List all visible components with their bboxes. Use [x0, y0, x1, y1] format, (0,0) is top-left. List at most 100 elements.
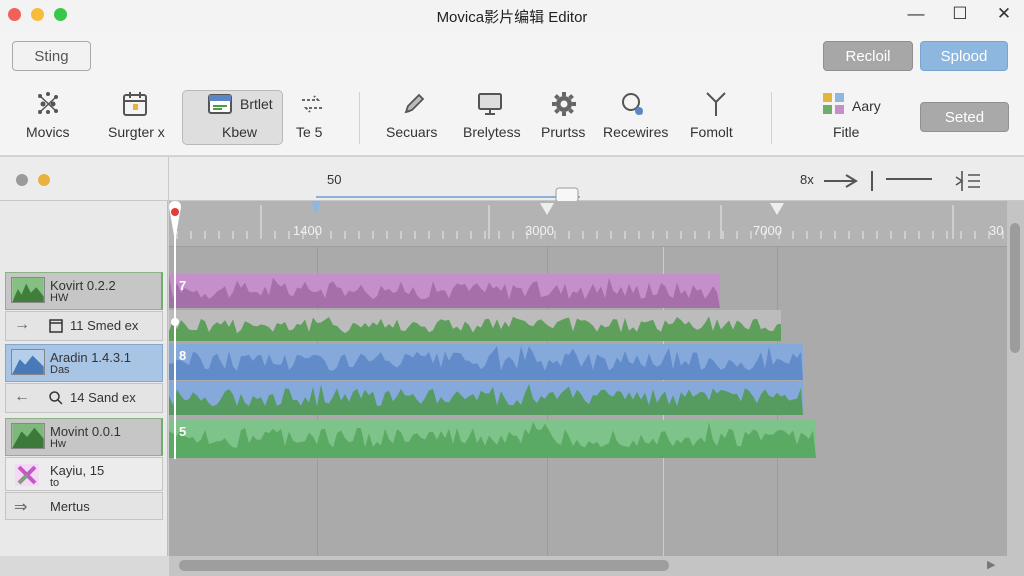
- window-title: Movica影片编辑 Editor: [436, 9, 588, 26]
- track-list: Kovirt 0.2.2 HW → 11 Smed ex Aradin 1.4.…: [0, 201, 168, 576]
- tool-label: Recewires: [603, 124, 669, 140]
- arrow-right-icon: ⇒: [14, 499, 28, 516]
- track-subtitle: Hw: [50, 438, 66, 450]
- track-subtitle: HW: [50, 292, 69, 304]
- waveform: [169, 344, 803, 380]
- track-label: 14 Sand ex: [70, 390, 136, 405]
- search-badge-icon: [622, 93, 643, 115]
- clip[interactable]: [169, 310, 781, 341]
- minimize-icon[interactable]: —: [904, 4, 928, 24]
- tool-label: Prurtss: [541, 124, 586, 140]
- panel-close-dot[interactable]: [16, 174, 28, 186]
- in-point-marker[interactable]: [307, 201, 325, 215]
- tool-brtlet[interactable]: Brtlet Kbew: [190, 88, 278, 146]
- tool-recewires[interactable]: Recewires: [603, 88, 669, 146]
- horizontal-scroll-thumb[interactable]: [179, 560, 669, 571]
- title-bar: Movica影片编辑 Editor — ☐ ✕: [0, 0, 1024, 30]
- gear-icon: [552, 92, 576, 116]
- clip[interactable]: 5: [169, 420, 816, 458]
- track-label: 11 Smed ex: [70, 318, 139, 333]
- track-label: Mertus: [50, 499, 90, 514]
- clip[interactable]: 7: [169, 274, 720, 308]
- clip[interactable]: 8: [169, 344, 803, 380]
- horizontal-scrollbar[interactable]: ▶: [169, 556, 1024, 576]
- clip-card-icon: [208, 94, 232, 114]
- tool-fomolt[interactable]: Fomolt: [690, 88, 742, 146]
- slider-handle[interactable]: [555, 187, 579, 201]
- track-subtitle: to: [50, 477, 60, 489]
- marker[interactable]: [540, 203, 554, 215]
- tool-brelytess[interactable]: Brelytess: [463, 88, 523, 146]
- track-subtitle: Das: [50, 364, 70, 376]
- antenna-icon: [706, 92, 726, 116]
- transition-arrows-icon: [302, 95, 322, 113]
- tool-sublabel: Fitle: [833, 124, 860, 140]
- toolbar: Sting Recloil Splood Seted Movics Surgte…: [0, 30, 1024, 156]
- track-row[interactable]: → 11 Smed ex: [5, 311, 163, 341]
- tool-te[interactable]: Te 5: [296, 88, 342, 146]
- toolbar-separator: [359, 92, 360, 144]
- zoom-level: 8x: [800, 172, 814, 187]
- panel-divider: [168, 157, 169, 201]
- track-name: Movint 0.0.1: [50, 424, 121, 439]
- track-list-footer: [0, 556, 169, 576]
- splood-button[interactable]: Splood: [920, 41, 1008, 71]
- fit-to-window-icon: [955, 171, 980, 191]
- waveform: [169, 274, 720, 308]
- track-name: Aradin 1.4.3.1: [50, 350, 131, 365]
- color-grid-icon: [823, 93, 844, 114]
- vertical-scrollbar[interactable]: [1007, 201, 1024, 556]
- vertical-scroll-thumb[interactable]: [1010, 223, 1020, 353]
- recoil-button[interactable]: Recloil: [823, 41, 913, 71]
- close-icon[interactable]: ✕: [992, 4, 1016, 24]
- search-icon: [49, 391, 63, 405]
- track-header[interactable]: Movint 0.0.1 Hw: [5, 418, 163, 456]
- tool-label: Brtlet: [240, 96, 273, 112]
- sting-button[interactable]: Sting: [12, 41, 91, 71]
- tool-prurtss[interactable]: Prurtss: [541, 88, 593, 146]
- position-slider[interactable]: [300, 185, 590, 201]
- track-header[interactable]: Kovirt 0.2.2 HW: [5, 272, 163, 310]
- tool-sublabel: Kbew: [222, 124, 258, 140]
- sparkle-icon: [38, 92, 58, 114]
- track-row[interactable]: ⇒ Mertus: [5, 492, 163, 520]
- tool-secuars[interactable]: Secuars: [386, 88, 446, 146]
- track-name: Kovirt 0.2.2: [50, 278, 116, 293]
- pen-icon: [404, 93, 425, 114]
- track-name: Kayiu, 15: [50, 463, 105, 478]
- tool-label: Brelytess: [463, 124, 521, 140]
- marker[interactable]: [770, 203, 784, 215]
- track-header[interactable]: Kayiu, 15 to: [5, 457, 163, 491]
- arrow-left-icon: ←: [14, 388, 30, 405]
- seted-button[interactable]: Seted: [920, 102, 1009, 132]
- zoom-controls[interactable]: [822, 169, 1012, 193]
- tool-label: Te 5: [296, 124, 323, 140]
- calendar-icon: [123, 92, 147, 116]
- scroll-right-icon[interactable]: ▶: [987, 558, 995, 571]
- arrow-right-icon: →: [14, 316, 30, 333]
- panel-minimize-dot[interactable]: [38, 174, 50, 186]
- tool-label: Aary: [852, 98, 881, 114]
- waveform: [169, 310, 781, 341]
- waveform: [169, 420, 816, 458]
- track-thumbnail: [11, 423, 45, 449]
- playhead[interactable]: [169, 201, 189, 556]
- track-header[interactable]: Aradin 1.4.3.1 Das: [5, 344, 163, 382]
- track-thumbnail: [15, 464, 39, 486]
- tool-label: Secuars: [386, 124, 438, 140]
- track-row[interactable]: ← 14 Sand ex: [5, 383, 163, 413]
- toolbar-separator: [771, 92, 772, 144]
- maximize-icon[interactable]: ☐: [948, 4, 972, 24]
- tool-movics[interactable]: Movics: [26, 88, 86, 146]
- timeline-canvas[interactable]: 1400 3000 7000 30 7 8 5: [169, 201, 1007, 556]
- tool-surgter[interactable]: Surgter x: [108, 88, 178, 146]
- clip-icon: [49, 319, 63, 333]
- tool-label: Surgter x: [108, 124, 165, 140]
- track-thumbnail: [11, 277, 45, 303]
- tool-label: Movics: [26, 124, 70, 140]
- tool-aary[interactable]: Aary Fitle: [818, 88, 884, 146]
- clip[interactable]: [169, 381, 803, 415]
- zoom-arrow-icon: [824, 174, 858, 188]
- track-thumbnail: [11, 349, 45, 375]
- waveform: [169, 381, 803, 415]
